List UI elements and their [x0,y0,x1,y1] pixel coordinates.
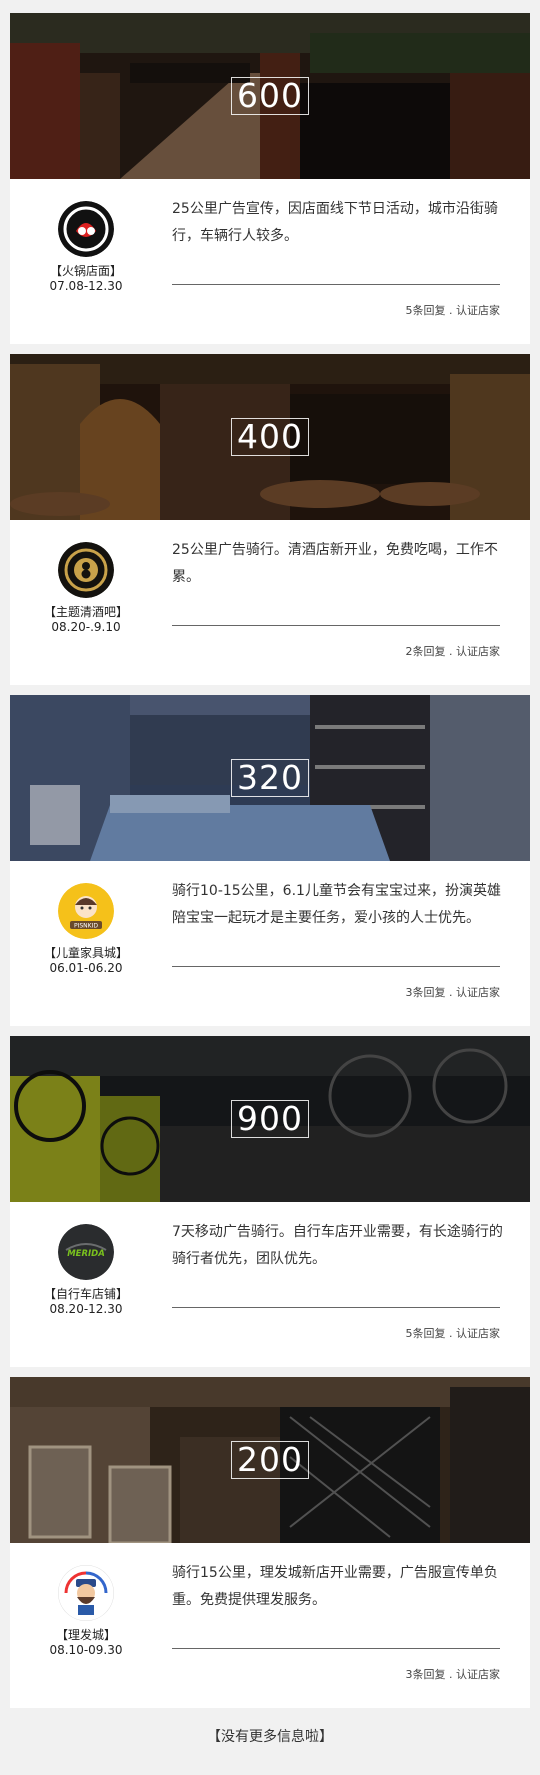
svg-text:MERIDA: MERIDA [67,1249,105,1259]
shop-name-and-dates: 【儿童家具城】 06.01-06.20 [26,946,146,976]
listing-description: 7天移动广告骑行。自行车店开业需要，有长途骑行的骑行者优先，团队优先。 [172,1224,503,1267]
listing-dates: 08.10-09.30 [49,1643,123,1657]
shop-name: 【主题清酒吧】 [43,605,128,619]
listing-banner-image[interactable]: 600 [10,13,530,179]
listing-card[interactable]: 600 【火锅店面】 07.08-12.30 25公里广告宣传，因店面线下节日活… [10,13,530,344]
listing-dates: 06.01-06.20 [49,961,123,975]
no-more-info-footer: 【没有更多信息啦】 [207,1729,333,1745]
shop-logo-avatar [58,542,114,598]
shop-name: 【儿童家具城】 [43,946,128,960]
listing-banner-image[interactable]: 900 [10,1036,530,1202]
divider [172,284,500,285]
listing-price: 400 [231,418,309,456]
listing-banner-image[interactable]: 320 [10,695,530,861]
reply-count-link[interactable]: 5条回复 . 认证店家 [406,1325,501,1341]
shop-name: 【理发城】 [55,1628,116,1642]
listing-description: 25公里广告宣传，因店面线下节日活动，城市沿街骑行，车辆行人较多。 [172,201,498,244]
listing-price: 900 [231,1100,309,1138]
listing-description: 骑行10-15公里，6.1儿童节会有宝宝过来，扮演英雄陪宝宝一起玩才是主要任务，… [172,883,501,926]
listing-price: 320 [231,759,309,797]
shop-name: 【自行车店铺】 [43,1287,128,1301]
reply-count-link[interactable]: 5条回复 . 认证店家 [406,302,501,318]
listing-card[interactable]: 320 PISNKID 【儿童家具城】 06.01-06.20 骑行10-15公… [10,695,530,1026]
listing-banner-image[interactable]: 200 [10,1377,530,1543]
shop-name-and-dates: 【自行车店铺】 08.20-12.30 [26,1287,146,1317]
listing-card[interactable]: 400 【主题清酒吧】 08.20-.9.10 25公里广告骑行。清酒店新开业，… [10,354,530,685]
listing-description: 25公里广告骑行。清酒店新开业，免费吃喝，工作不累。 [172,542,498,585]
divider [172,625,500,626]
listing-dates: 08.20-.9.10 [51,620,121,634]
shop-name-and-dates: 【主题清酒吧】 08.20-.9.10 [26,605,146,635]
divider [172,966,500,967]
divider [172,1648,500,1649]
listing-description: 骑行15公里，理发城新店开业需要，广告服宣传单负重。免费提供理发服务。 [172,1565,498,1608]
svg-text:PISNKID: PISNKID [74,923,98,930]
listing-banner-image[interactable]: 400 [10,354,530,520]
listing-card[interactable]: 900 MERIDA 【自行车店铺】 08.20-12.30 7天移动广告骑行。… [10,1036,530,1367]
shop-logo-avatar [58,1565,114,1621]
listing-dates: 08.20-12.30 [49,1302,123,1316]
shop-name: 【火锅店面】 [49,264,122,278]
listing-dates: 07.08-12.30 [49,279,123,293]
listing-price: 600 [231,77,309,115]
listing-price: 200 [231,1441,309,1479]
reply-count-link[interactable]: 2条回复 . 认证店家 [406,643,501,659]
shop-name-and-dates: 【火锅店面】 07.08-12.30 [26,264,146,294]
reply-count-link[interactable]: 3条回复 . 认证店家 [406,1666,501,1682]
shop-logo-avatar: PISNKID [58,883,114,939]
divider [172,1307,500,1308]
shop-name-and-dates: 【理发城】 08.10-09.30 [26,1628,146,1658]
shop-logo-avatar [58,201,114,257]
listing-card[interactable]: 200 【理发城】 08.10-09.30 骑行15公里，理发城新店开业需要，广… [10,1377,530,1708]
shop-logo-avatar: MERIDA [58,1224,114,1280]
reply-count-link[interactable]: 3条回复 . 认证店家 [406,984,501,1000]
